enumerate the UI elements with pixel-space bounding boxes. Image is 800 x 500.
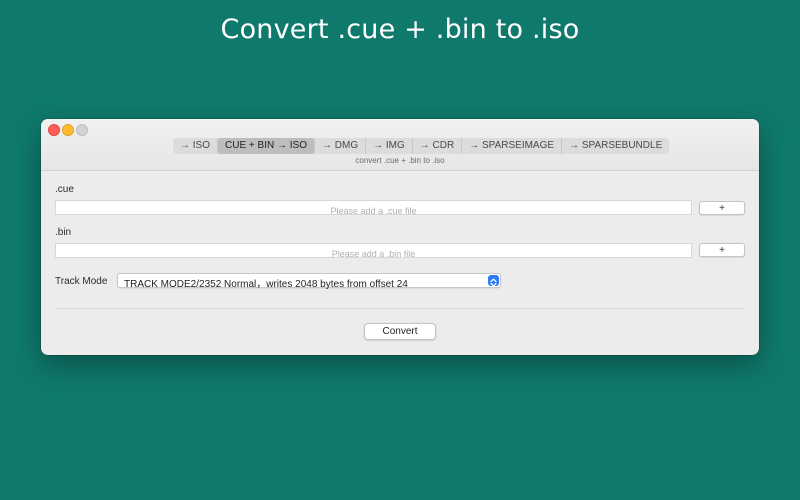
app-window: → ISO CUE + BIN → ISO → DMG → IMG → CDR … [41,119,759,355]
tab-cue-bin-to-iso[interactable]: CUE + BIN → ISO [218,138,315,154]
minimize-window-button[interactable] [62,124,74,136]
bin-label: .bin [55,227,72,238]
tab-to-dmg[interactable]: → DMG [315,138,367,154]
section-divider [55,308,745,309]
track-mode-selected-value: TRACK MODE2/2352 Normal，writes 2048 byte… [124,279,408,290]
conversion-tab-bar: → ISO CUE + BIN → ISO → DMG → IMG → CDR … [173,138,670,154]
bin-field[interactable] [55,243,692,261]
bin-file-input[interactable] [56,247,691,261]
close-window-button[interactable] [48,124,60,136]
zoom-window-button[interactable] [76,124,88,136]
cue-file-input[interactable] [56,204,691,218]
add-bin-file-button[interactable]: + [699,243,745,257]
cue-field[interactable] [55,200,692,218]
page-headline: Convert .cue + .bin to .iso [220,14,580,45]
updown-chevron-icon [488,275,499,287]
track-mode-label: Track Mode [55,276,108,287]
tab-to-img[interactable]: → IMG [366,138,413,154]
window-titlebar: → ISO CUE + BIN → ISO → DMG → IMG → CDR … [41,119,759,171]
cue-label: .cue [55,184,74,195]
tab-to-sparseimage[interactable]: → SPARSEIMAGE [462,138,563,154]
convert-button[interactable]: Convert [364,323,436,340]
tab-to-cdr[interactable]: → CDR [413,138,463,154]
add-cue-file-button[interactable]: + [699,201,745,215]
window-subtitle: convert .cue + .bin to .iso [355,156,445,165]
track-mode-select[interactable]: TRACK MODE2/2352 Normal，writes 2048 byte… [117,273,501,290]
tab-to-iso[interactable]: → ISO [173,138,219,154]
tab-to-sparsebundle[interactable]: → SPARSEBUNDLE [562,138,669,154]
